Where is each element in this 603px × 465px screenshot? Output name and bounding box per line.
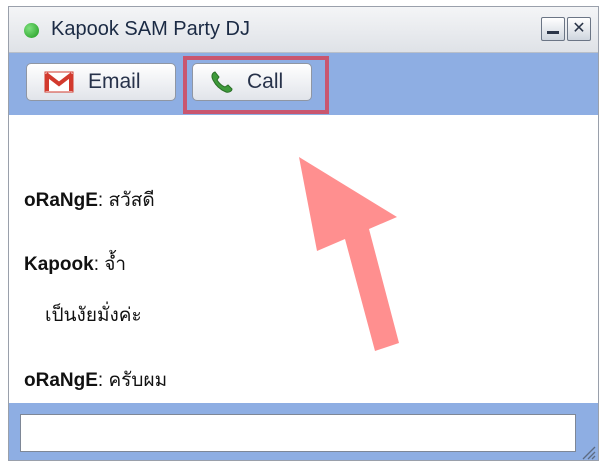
- toolbar: Email Call: [9, 53, 598, 115]
- online-status-icon: [24, 23, 39, 38]
- message: oRaNgE: สวัสดี: [24, 185, 155, 215]
- email-button[interactable]: Email: [26, 63, 176, 101]
- message: oRaNgE: ครับผม: [24, 365, 167, 395]
- gmail-icon: [44, 70, 74, 94]
- message: เป็นงัยมั่งค่ะ: [45, 300, 142, 330]
- message-separator: :: [97, 370, 109, 391]
- message-separator: :: [93, 254, 105, 275]
- minimize-button[interactable]: [541, 17, 565, 41]
- chat-window: Kapook SAM Party DJ ✕ Email Call oRaNgE:…: [8, 6, 599, 461]
- input-bar: [9, 403, 598, 460]
- title-bar[interactable]: Kapook SAM Party DJ ✕: [9, 7, 598, 53]
- message-text: ครับผม: [108, 370, 168, 391]
- message: Kapook: จ้ำ: [24, 249, 126, 279]
- close-icon: ✕: [572, 18, 586, 37]
- phone-icon: [209, 70, 235, 94]
- message-sender: oRaNgE: [24, 190, 98, 211]
- message-text: จ้ำ: [104, 254, 127, 275]
- close-button[interactable]: ✕: [567, 17, 591, 41]
- minimize-icon: [547, 31, 559, 34]
- message-text: เป็นงัยมั่งค่ะ: [45, 305, 142, 326]
- message-input[interactable]: [20, 414, 576, 452]
- window-title: Kapook SAM Party DJ: [51, 18, 250, 40]
- message-sender: Kapook: [24, 254, 94, 275]
- message-sender: oRaNgE: [24, 370, 98, 391]
- chat-messages: oRaNgE: สวัสดี Kapook: จ้ำ เป็นงัยมั่งค่…: [9, 115, 598, 405]
- call-button[interactable]: Call: [192, 63, 312, 101]
- message-separator: :: [97, 190, 109, 211]
- call-button-label: Call: [247, 70, 284, 93]
- message-text: สวัสดี: [108, 190, 155, 211]
- resize-grip-icon[interactable]: [580, 444, 596, 460]
- email-button-label: Email: [88, 70, 141, 93]
